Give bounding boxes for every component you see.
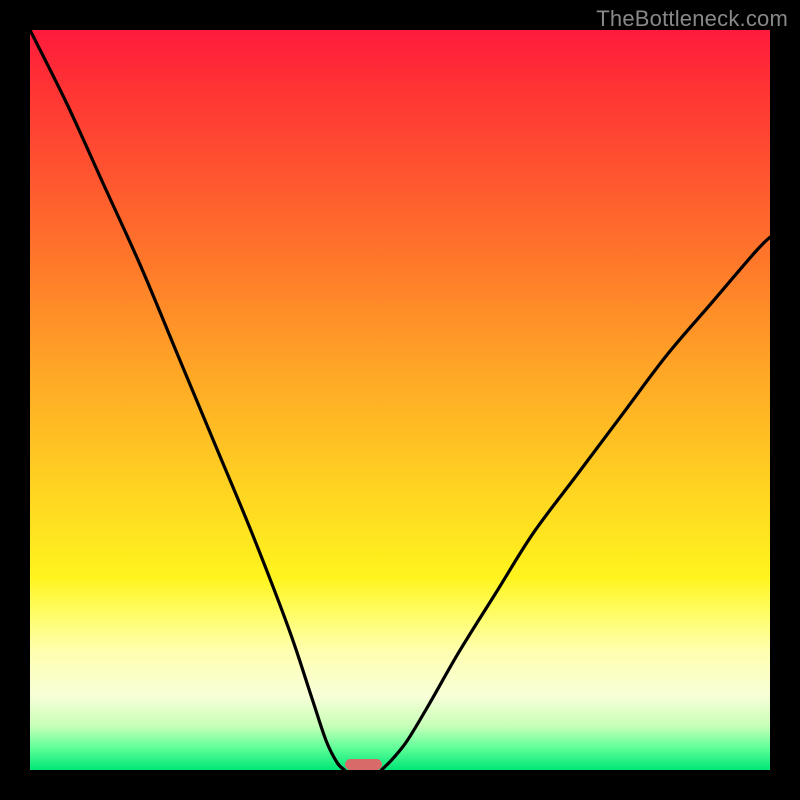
left-curve [30, 30, 345, 770]
plot-area [30, 30, 770, 770]
right-curve [382, 237, 771, 770]
bottleneck-marker [345, 759, 382, 770]
curve-layer [30, 30, 770, 770]
chart-frame: TheBottleneck.com [0, 0, 800, 800]
watermark-text: TheBottleneck.com [596, 6, 788, 32]
